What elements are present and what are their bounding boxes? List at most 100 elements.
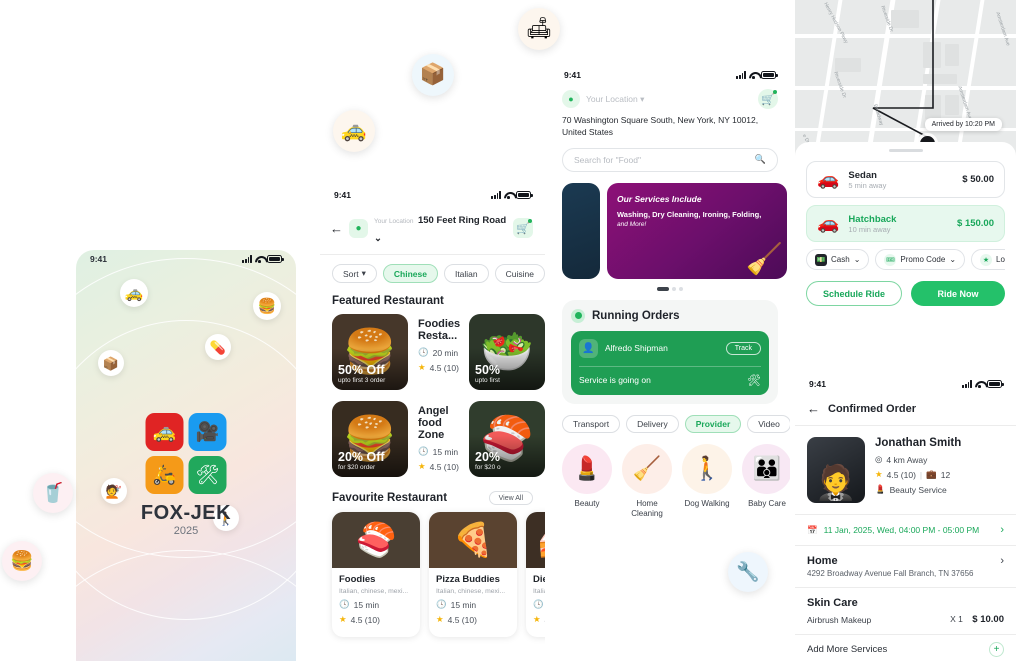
section-title: Featured Restaurant [332, 295, 444, 307]
ride-now-button[interactable]: Ride Now [911, 281, 1005, 306]
restaurant-name: Foodies [339, 574, 376, 585]
loyalty-selector[interactable]: ★ Loyal [971, 249, 1005, 270]
provider-distance: ◎ 4 km Away [875, 454, 928, 465]
filter-pill-italian[interactable]: Italian [443, 264, 489, 283]
brand-name: FOX-JEK [140, 502, 232, 524]
carousel-dot-active[interactable] [657, 286, 669, 291]
category-dog-walking[interactable]: 🚶 Dog Walking [682, 443, 732, 520]
chevron-right-icon[interactable]: › [1000, 524, 1004, 536]
banner-title: Our Services Include [617, 193, 702, 204]
battery-icon [516, 191, 533, 199]
category-home-cleaning[interactable]: 🧹 Home Cleaning [622, 443, 672, 520]
vehicle-name: Sedan [848, 169, 877, 181]
cuisine-list: Italia [533, 588, 545, 595]
tab-video[interactable]: Video [747, 414, 790, 433]
briefcase-icon: 💼 [926, 469, 937, 479]
carousel-dots[interactable] [550, 279, 790, 291]
order-card[interactable]: 👤 Alfredo Shipman Track Service is going… [571, 330, 769, 395]
restaurant-thumb-peek[interactable]: 🍣 20% for $20 o [469, 401, 545, 477]
promo-icon: 🎟 [884, 253, 897, 266]
schedule-ride-button[interactable]: Schedule Ride [806, 281, 902, 306]
medicine-bubble: 💊 [205, 334, 231, 360]
featured-row[interactable]: 🍔 20% Off for $20 order Angel food Zone … [320, 401, 545, 488]
category-baby-care[interactable]: 👪 Baby Care [742, 443, 790, 520]
location-text[interactable]: Your Location 150 Feet Ring Road ⌄ [374, 210, 507, 246]
logo-tile-services: 🛠 [188, 456, 227, 494]
category-beauty[interactable]: 💄 Beauty [562, 443, 612, 520]
banner-note: and More! [617, 220, 647, 228]
furniture-bubble: 🛋 [518, 8, 560, 50]
wifi-icon [749, 71, 758, 79]
restaurant-card[interactable]: 🍕 Pizza Buddies Italian, chinese, mexi..… [429, 512, 517, 637]
address-title: Home [807, 555, 838, 567]
back-arrow-icon[interactable]: ← [330, 221, 343, 236]
location-label: Your Location ▾ [586, 93, 645, 104]
sedan-car-icon: 🚗 [817, 169, 840, 189]
burger-icon: 🍔 [257, 297, 277, 315]
promo-carousel[interactable]: Our Services Include Washing, Dry Cleani… [550, 172, 790, 279]
filter-pill-cuisine-1[interactable]: Cuisine [494, 264, 545, 283]
plus-icon[interactable]: + [989, 642, 1004, 657]
restaurant-name: Pizza Buddies [436, 574, 500, 585]
sheet-grabber[interactable] [888, 149, 923, 152]
offer-detail: for $20 order [338, 464, 376, 471]
address-row[interactable]: Home › [795, 546, 1016, 569]
vehicle-option-hatchback[interactable]: 🚗 Hatchback 10 min away $ 150.00 [806, 205, 1005, 242]
schedule-row[interactable]: 📅 11 Jan, 2025, Wed, 04:00 PM - 05:00 PM… [795, 515, 1016, 545]
restaurant-screen: 9:41 ← ● Your Location 150 Feet Ring Roa… [320, 186, 545, 661]
restaurant-thumb[interactable]: 🍔 20% Off for $20 order [332, 401, 408, 477]
battery-icon [761, 71, 778, 79]
filter-pill-chinese[interactable]: Chinese [382, 264, 438, 283]
track-button[interactable]: Track [725, 341, 761, 355]
tab-delivery[interactable]: Delivery [626, 414, 679, 433]
vehicle-option-sedan[interactable]: 🚗 Sedan 5 min away $ 50.00 [806, 161, 1005, 198]
person-icon: 👤 [579, 338, 598, 358]
chevron-right-icon[interactable]: › [1000, 555, 1004, 567]
promo-banner-peek-left[interactable] [562, 182, 600, 279]
restaurant-card[interactable]: 🍰 Die Italia 🕓 1 ★ 4 [526, 512, 545, 637]
promo-banner-laundry[interactable]: Our Services Include Washing, Dry Cleani… [607, 182, 787, 279]
search-icon[interactable]: 🔍 [755, 154, 766, 165]
parcel-bubble: 📦 [98, 350, 124, 376]
featured-row[interactable]: 🍔 50% Off upto first 3 order Foodies Res… [320, 314, 545, 401]
category-row: 💄 Beauty 🧹 Home Cleaning 🚶 Dog Walking 👪… [550, 433, 790, 520]
location-header: ← ● Your Location 150 Feet Ring Road ⌄ 🛒 [320, 204, 545, 254]
restaurant-card[interactable]: 🍣 Foodies Italian, chinese, mexi... 🕓 15… [332, 512, 420, 637]
carousel-dot[interactable] [679, 286, 683, 291]
chevron-down-icon: ▾ [361, 268, 366, 278]
back-arrow-icon[interactable]: ← [807, 401, 820, 416]
cart-icon[interactable]: 🛒 [758, 89, 778, 109]
rating: ★ 4.5 (10) [418, 362, 459, 373]
clock-icon: 🕓 [418, 446, 429, 456]
promo-code-selector[interactable]: 🎟 Promo Code ⌄ [875, 249, 966, 270]
offer-badge: 20% for $20 o [475, 449, 501, 471]
order-status-row: Service is going on 🛠 [579, 374, 761, 387]
handyman-icon: 🔧 [736, 562, 760, 583]
add-more-services-row[interactable]: Add More Services + [795, 635, 1016, 657]
vehicle-info: Sedan 5 min away [848, 170, 953, 190]
vehicle-eta: 5 min away [848, 180, 887, 190]
search-input[interactable]: Search for "Food" 🔍 [562, 147, 778, 172]
restaurant-thumb-peek[interactable]: 🥗 50% upto first [469, 314, 545, 390]
tab-provider[interactable]: Provider [684, 414, 742, 433]
vehicle-info: Hatchback 10 min away [848, 214, 948, 234]
pizza-icon: 🍕 [452, 520, 494, 558]
location-label: Your Location [374, 218, 414, 225]
battery-icon [267, 255, 284, 263]
provider-card[interactable]: 🤵 Jonathan Smith ◎ 4 km Away ★ 4.5 (10) … [795, 426, 1016, 514]
carousel-dot[interactable] [672, 286, 676, 291]
location-pin-icon: ◎ [875, 454, 883, 464]
payment-method-cash[interactable]: 💵 Cash ⌄ [806, 249, 870, 270]
banner-lines: Washing, Dry Cleaning, Ironing, Folding, [617, 209, 762, 219]
location-header[interactable]: ● Your Location ▾ 🛒 [550, 84, 790, 109]
cart-icon[interactable]: 🛒 [513, 218, 533, 238]
restaurant-image: 🍰 [526, 512, 545, 568]
filter-pill-sort[interactable]: Sort ▾ [332, 264, 377, 283]
separator: | [919, 469, 923, 480]
restaurant-thumb[interactable]: 🍔 50% Off upto first 3 order [332, 314, 408, 390]
restaurant-name: Die [533, 574, 545, 585]
logo-tile-delivery: 🛵 [145, 456, 184, 494]
view-all-button[interactable]: View All [488, 491, 533, 505]
star-icon: ★ [533, 614, 541, 624]
tab-transport[interactable]: Transport [562, 414, 621, 433]
